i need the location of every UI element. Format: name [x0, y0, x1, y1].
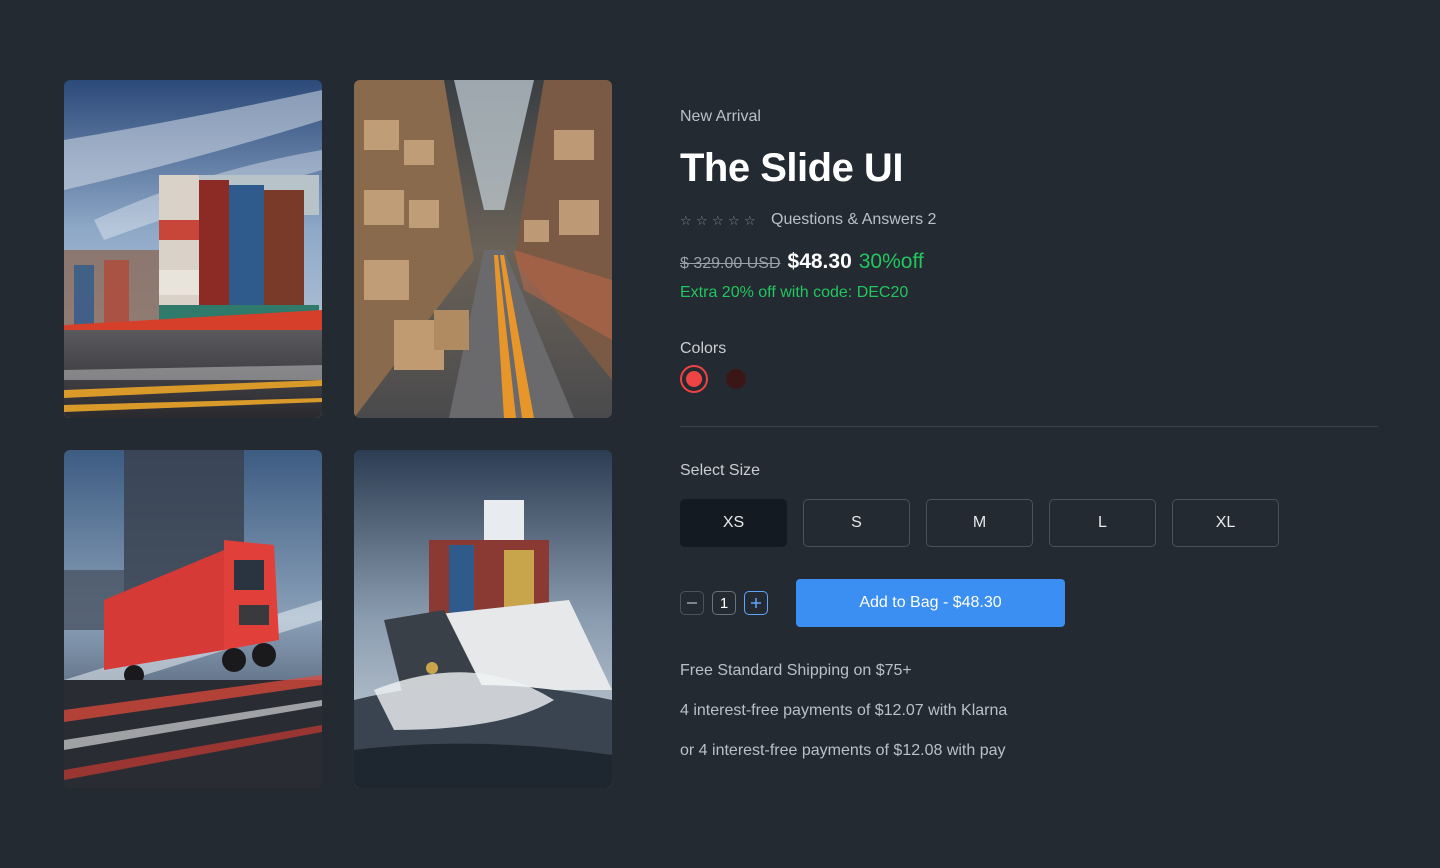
product-image-container-ship[interactable]: [64, 80, 322, 418]
add-to-bag-button[interactable]: Add to Bag - $48.30: [796, 579, 1065, 627]
size-option-l[interactable]: L: [1049, 499, 1156, 547]
pay-payment-text: or 4 interest-free payments of $12.08 wi…: [680, 742, 1006, 759]
warehouse-photo: [354, 80, 612, 418]
colors-label: Colors: [680, 340, 727, 357]
increase-quantity-button[interactable]: [744, 591, 768, 615]
size-options: XS S M L XL: [680, 499, 1279, 547]
discount-badge: 30%off: [858, 250, 924, 273]
color-swatch-red[interactable]: [680, 365, 708, 393]
promo-code-text: Extra 20% off with code: DEC20: [680, 284, 909, 301]
star-icon: ☆: [744, 212, 756, 228]
quantity-value[interactable]: 1: [712, 591, 736, 615]
container-ship-road-photo: [64, 80, 322, 418]
product-info: New Arrival The Slide UI ☆ ☆ ☆ ☆ ☆ Quest…: [680, 0, 1380, 868]
star-icon: ☆: [696, 212, 708, 228]
product-title: The Slide UI: [680, 146, 903, 190]
color-swatches: [680, 365, 750, 393]
product-image-cargo-ship[interactable]: [354, 450, 612, 788]
star-rating[interactable]: ☆ ☆ ☆ ☆ ☆: [680, 214, 757, 227]
product-gallery: [64, 80, 612, 788]
free-shipping-text: Free Standard Shipping on $75+: [680, 662, 912, 679]
color-swatch-dark-red[interactable]: [722, 365, 750, 393]
price-row: $ 329.00 USD $48.30 30%off: [680, 250, 924, 274]
klarna-payment-text: 4 interest-free payments of $12.07 with …: [680, 702, 1008, 719]
questions-answers-link[interactable]: Questions & Answers 2: [771, 211, 936, 229]
product-image-warehouse[interactable]: [354, 80, 612, 418]
star-icon: ☆: [680, 212, 692, 228]
plus-icon: [751, 598, 761, 608]
sale-price: $48.30: [787, 250, 852, 273]
original-price: $ 329.00 USD: [680, 255, 781, 272]
red-truck-photo: [64, 450, 322, 788]
divider: [680, 426, 1378, 427]
color-swatch-dot: [686, 371, 702, 387]
size-option-s[interactable]: S: [803, 499, 910, 547]
quantity-row: 1 Add to Bag - $48.30: [680, 579, 1065, 627]
star-icon: ☆: [712, 212, 724, 228]
decrease-quantity-button[interactable]: [680, 591, 704, 615]
product-image-red-truck[interactable]: [64, 450, 322, 788]
size-option-xl[interactable]: XL: [1172, 499, 1279, 547]
minus-icon: [687, 602, 697, 604]
color-swatch-dot: [726, 369, 746, 389]
size-option-m[interactable]: M: [926, 499, 1033, 547]
cargo-ship-sea-photo: [354, 450, 612, 788]
select-size-label: Select Size: [680, 462, 761, 479]
star-icon: ☆: [728, 212, 740, 228]
rating-row: ☆ ☆ ☆ ☆ ☆ Questions & Answers 2: [680, 211, 936, 229]
size-option-xs[interactable]: XS: [680, 499, 787, 547]
new-arrival-label: New Arrival: [680, 108, 761, 125]
